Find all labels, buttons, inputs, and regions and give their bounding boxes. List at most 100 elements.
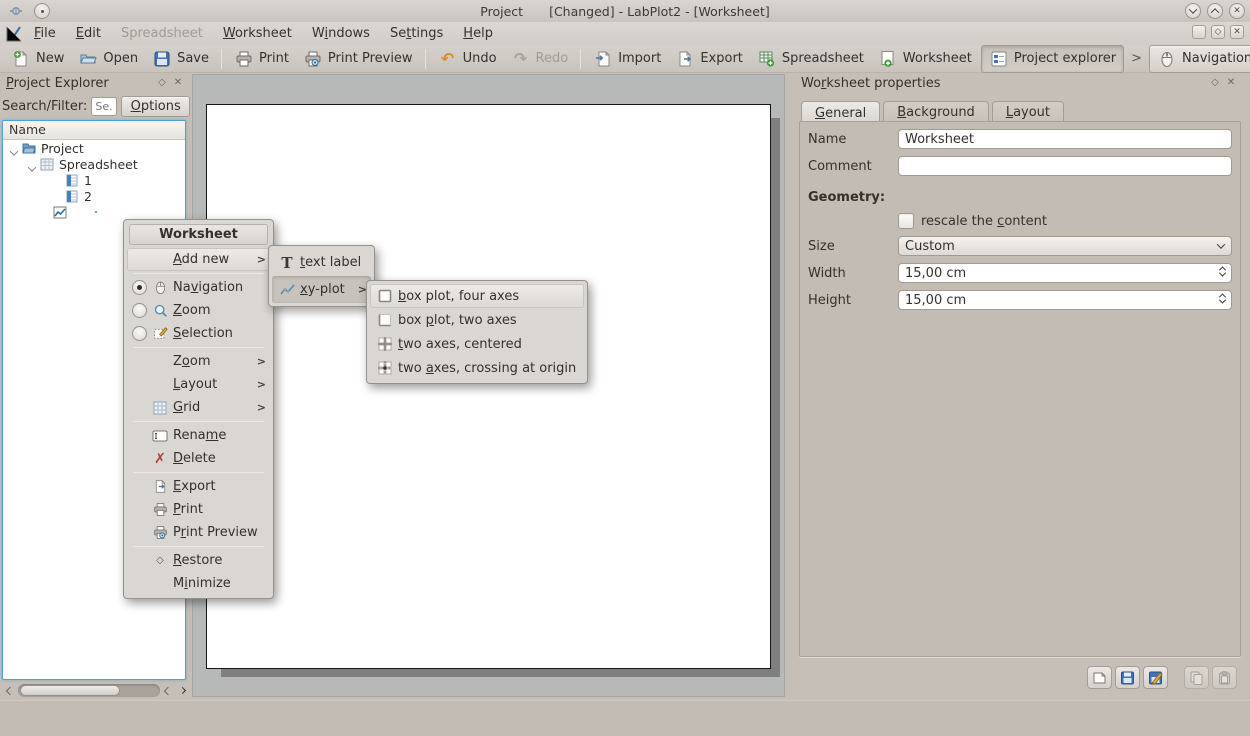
dock-float-button[interactable]: ◇ <box>154 76 170 90</box>
tree-item-spreadsheet[interactable]: Spreadsheet <box>3 156 185 172</box>
width-spinbox[interactable]: 15,00 cm <box>898 263 1232 283</box>
window-maximize-button[interactable] <box>1207 3 1223 19</box>
menu-item-navigation[interactable]: Navigation <box>127 276 270 299</box>
comment-label: Comment <box>808 159 898 174</box>
save-floppy-icon <box>152 49 172 69</box>
menu-item-zoom-mode[interactable]: Zoom <box>127 299 270 322</box>
menu-item-zoom-submenu[interactable]: Zoom > <box>127 350 270 373</box>
mouse-icon <box>1157 49 1177 69</box>
menu-item-rename[interactable]: Rename <box>127 424 270 447</box>
toolbar-separator <box>425 49 426 69</box>
load-template-button[interactable] <box>1087 666 1112 689</box>
spin-arrows-icon[interactable] <box>1220 293 1225 304</box>
submenu-arrow-icon: > <box>256 253 266 266</box>
export-button[interactable]: Export <box>668 46 750 72</box>
radio-checked-icon <box>132 280 147 295</box>
two-axes-centered-icon <box>375 337 395 351</box>
menu-worksheet[interactable]: Worksheet <box>213 24 302 43</box>
menu-edit[interactable]: Edit <box>66 24 111 43</box>
menu-item-delete[interactable]: ✗ Delete <box>127 447 270 470</box>
undo-icon: ↶ <box>438 49 458 69</box>
search-filter-label: Search/Filter: <box>2 99 87 114</box>
menu-help[interactable]: Help <box>453 24 503 43</box>
toolbar-overflow-chevron[interactable]: > <box>1126 51 1147 66</box>
add-spreadsheet-button[interactable]: Spreadsheet <box>750 46 871 72</box>
scroll-left-icon[interactable] <box>162 685 174 697</box>
menu-file[interactable]: File <box>24 24 66 43</box>
dock-close-button[interactable]: ✕ <box>170 76 186 90</box>
menu-item-print[interactable]: Print <box>127 498 270 521</box>
tree-item-column-2[interactable]: 2 <box>3 188 185 204</box>
tree-horizontal-scrollbar[interactable] <box>4 683 188 698</box>
height-spinbox[interactable]: 15,00 cm <box>898 290 1232 310</box>
add-worksheet-button[interactable]: Worksheet <box>871 46 979 72</box>
menubar: File Edit Spreadsheet Worksheet Windows … <box>0 22 1250 45</box>
menu-item-box-plot-four-axes[interactable]: box plot, four axes <box>370 284 584 308</box>
edit-template-button[interactable] <box>1143 666 1168 689</box>
project-explorer-toggle[interactable]: Project explorer <box>981 45 1124 73</box>
name-field[interactable] <box>898 129 1232 149</box>
window-close-button[interactable]: ✕ <box>1229 3 1245 19</box>
import-button[interactable]: Import <box>586 46 668 72</box>
spin-arrows-icon[interactable] <box>1220 266 1225 277</box>
xy-plot-icon <box>277 284 297 296</box>
expander-icon[interactable] <box>29 160 38 169</box>
menu-item-add-new[interactable]: Add new > <box>127 248 270 271</box>
paste-icon <box>1217 671 1232 685</box>
comment-field[interactable] <box>898 156 1232 176</box>
expander-icon[interactable] <box>11 144 20 153</box>
search-filter-input[interactable] <box>91 97 117 116</box>
scroll-right-icon[interactable] <box>176 685 188 697</box>
menu-item-export[interactable]: Export <box>127 475 270 498</box>
labplot-app-icon <box>4 24 24 44</box>
window-shade-button[interactable] <box>1185 3 1201 19</box>
main-toolbar: New Open Save Print Print Preview ↶ Undo… <box>0 45 1250 73</box>
scrollbar-thumb[interactable] <box>20 685 120 696</box>
menu-separator <box>133 347 264 348</box>
properties-panel: Name Comment Geometry: rescale the conte… <box>799 121 1241 657</box>
menu-item-selection-mode[interactable]: Selection <box>127 322 270 345</box>
new-button[interactable]: New <box>4 46 71 72</box>
menu-item-xy-plot[interactable]: xy-plot > <box>272 276 371 303</box>
menu-item-text-label[interactable]: T text label <box>272 249 371 276</box>
project-folder-icon <box>22 142 36 155</box>
open-button[interactable]: Open <box>71 46 145 72</box>
redo-button: ↷ Redo <box>504 46 576 72</box>
dock-close-button[interactable]: ✕ <box>1223 76 1239 90</box>
mdi-restore-button[interactable]: ◇ <box>1211 25 1225 39</box>
tree-column-header[interactable]: Name <box>3 121 185 140</box>
rescale-content-checkbox[interactable] <box>898 213 914 229</box>
size-combobox[interactable]: Custom <box>898 236 1232 256</box>
mdi-minimize-button[interactable] <box>1192 25 1206 39</box>
menu-windows[interactable]: Windows <box>302 24 380 43</box>
save-button[interactable]: Save <box>145 46 216 72</box>
properties-footer-buttons <box>1087 666 1237 689</box>
print-button[interactable]: Print <box>227 46 296 72</box>
menu-item-two-axes-crossing-origin[interactable]: two axes, crossing at origin <box>370 356 584 380</box>
navigation-toolbar-button[interactable]: Navigation <box>1149 45 1250 73</box>
save-template-button[interactable] <box>1115 666 1140 689</box>
mdi-close-button[interactable]: ✕ <box>1230 25 1244 39</box>
tree-item-project[interactable]: Project <box>3 140 185 156</box>
undo-button[interactable]: ↶ Undo <box>431 46 504 72</box>
tree-item-column-1[interactable]: 1 <box>3 172 185 188</box>
options-button[interactable]: Options <box>121 96 190 117</box>
menu-item-grid-submenu[interactable]: Grid > <box>127 396 270 419</box>
menu-item-layout-submenu[interactable]: Layout > <box>127 373 270 396</box>
titlebar-menu-button[interactable] <box>34 3 50 19</box>
menu-item-box-plot-two-axes[interactable]: box plot, two axes <box>370 308 584 332</box>
scroll-left-icon[interactable] <box>4 685 16 697</box>
worksheet-canvas[interactable] <box>206 104 771 669</box>
menu-settings[interactable]: Settings <box>380 24 453 43</box>
dock-float-button[interactable]: ◇ <box>1207 76 1223 90</box>
menu-item-print-preview[interactable]: Print Preview <box>127 521 270 544</box>
menu-item-two-axes-centered[interactable]: two axes, centered <box>370 332 584 356</box>
print-preview-button[interactable]: Print Preview <box>296 46 420 72</box>
menu-item-restore[interactable]: ◇ Restore <box>127 549 270 572</box>
menu-separator <box>133 273 264 274</box>
chevron-down-icon <box>1217 240 1225 248</box>
copy-icon <box>1189 671 1204 685</box>
xy-plot-submenu: box plot, four axes box plot, two axes t… <box>366 280 588 384</box>
menu-item-minimize[interactable]: Minimize <box>127 572 270 595</box>
tree-item-worksheet[interactable]: Worksheet <box>3 204 185 220</box>
